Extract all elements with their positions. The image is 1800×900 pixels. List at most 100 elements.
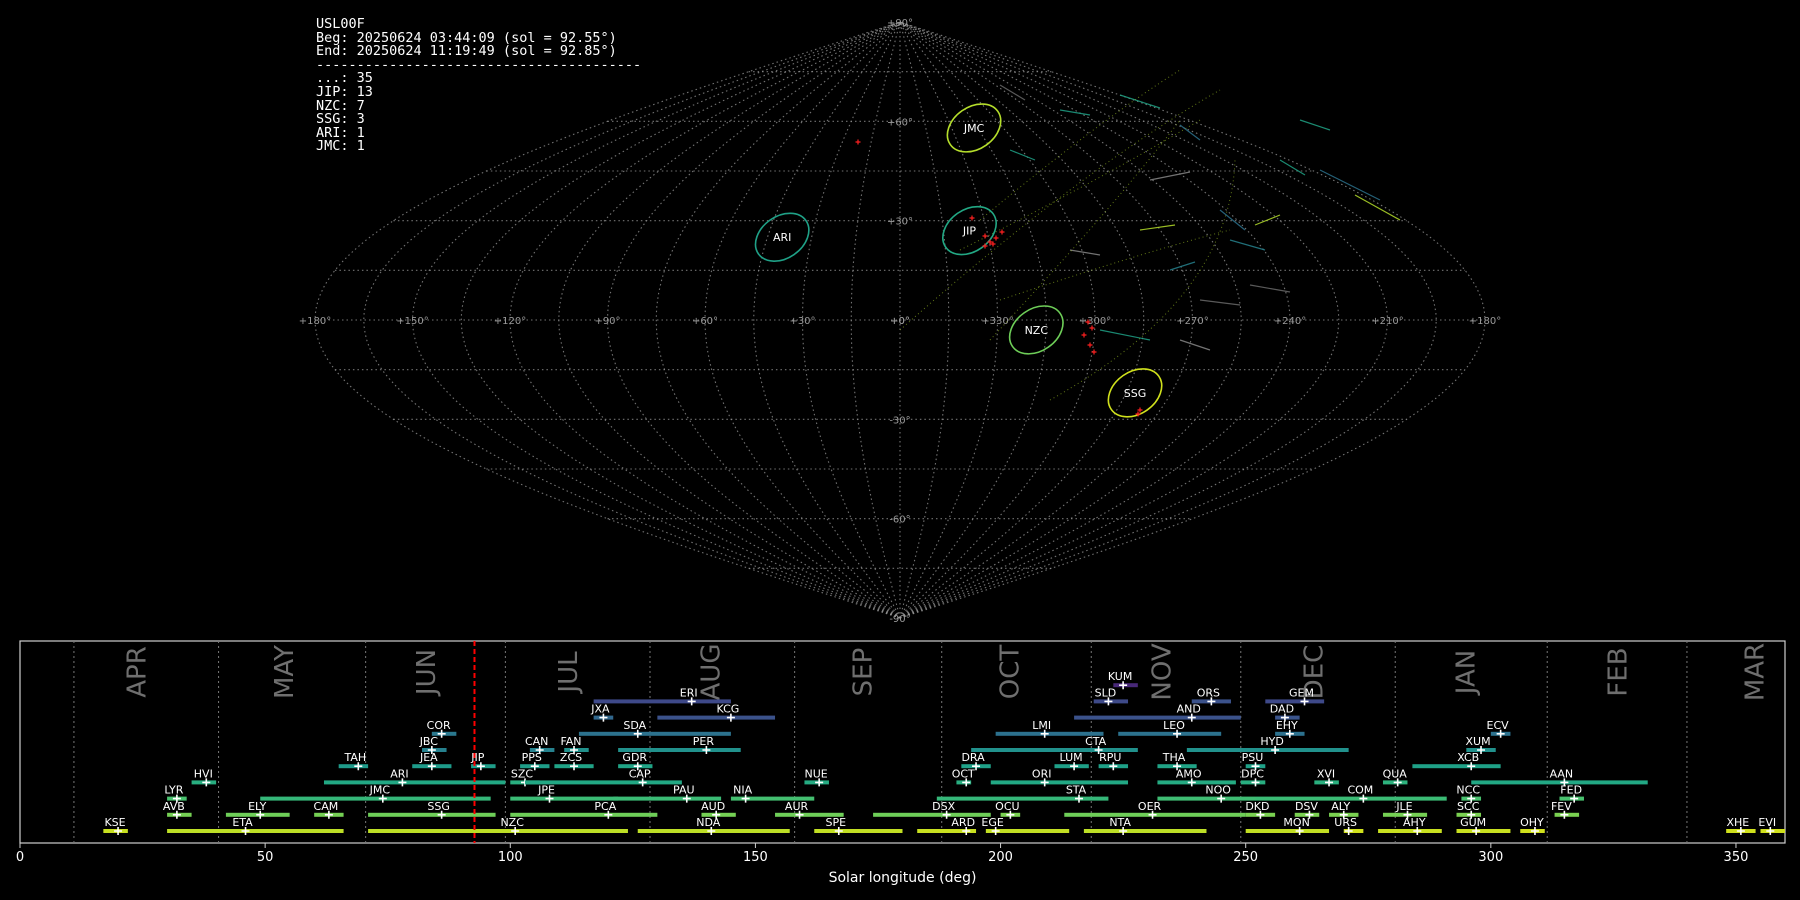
month-label: MAR bbox=[1741, 643, 1771, 701]
x-tick-label: 250 bbox=[1233, 850, 1258, 865]
shower-bar bbox=[1118, 731, 1222, 736]
shower-label: NDA bbox=[696, 816, 721, 829]
shower-qua: QUA bbox=[1383, 767, 1408, 787]
shower-label: CAN bbox=[525, 735, 548, 748]
shower-label: SCC bbox=[1457, 800, 1480, 813]
shower-label: SPE bbox=[825, 816, 846, 829]
shower-timeline-chart: APR MAY JUN JUL AUG SEP OCT NOV DEC JAN FEB MARKUME… bbox=[16, 640, 1786, 886]
shower-label: JIP bbox=[470, 751, 484, 764]
shower-mon: MON bbox=[1245, 816, 1330, 835]
shower-label: KSE bbox=[104, 816, 125, 829]
shower-bar bbox=[1412, 764, 1501, 769]
shower-hyd: HYD bbox=[1186, 735, 1349, 754]
shower-label: OCT bbox=[952, 767, 975, 780]
shower-bar bbox=[1456, 829, 1511, 833]
shower-label: DRA bbox=[961, 751, 985, 764]
shower-bar bbox=[167, 829, 344, 833]
shower-ard: ARD bbox=[917, 816, 977, 835]
shower-bar bbox=[990, 780, 1129, 785]
shower-label: ETA bbox=[232, 816, 253, 829]
shower-bar bbox=[814, 829, 903, 833]
shower-label: ECV bbox=[1487, 719, 1510, 732]
shower-label: AMO bbox=[1176, 767, 1202, 780]
shower-label: CAP bbox=[629, 767, 651, 780]
shower-label: SSG bbox=[427, 800, 450, 813]
shower-label: XUM bbox=[1465, 735, 1490, 748]
shower-label: GUM bbox=[1460, 816, 1486, 829]
shower-label: MON bbox=[1283, 816, 1309, 829]
shower-nue: NUE bbox=[804, 767, 829, 787]
shower-jxa: JXA bbox=[590, 703, 614, 722]
month-label: MAY bbox=[270, 645, 300, 699]
shower-and: AND bbox=[1074, 703, 1241, 722]
month-label: JUN bbox=[412, 649, 442, 697]
shower-label: OER bbox=[1138, 800, 1162, 813]
month-label: FEB bbox=[1603, 647, 1633, 696]
shower-gum: GUM bbox=[1456, 816, 1511, 835]
shower-label: JLE bbox=[1395, 800, 1412, 813]
x-tick-label: 200 bbox=[988, 850, 1013, 865]
x-tick-label: 150 bbox=[743, 850, 768, 865]
shower-label: ARD bbox=[951, 816, 975, 829]
shower-label: DKD bbox=[1245, 800, 1269, 813]
shower-label: ALY bbox=[1331, 800, 1350, 813]
month-label: JUL bbox=[554, 651, 584, 695]
shower-label: AUD bbox=[701, 800, 725, 813]
shower-cam: CAM bbox=[314, 800, 344, 819]
shower-kcg: KCG bbox=[657, 703, 776, 722]
shower-label: ARI bbox=[390, 767, 408, 780]
shower-bar bbox=[1186, 748, 1349, 752]
x-tick-label: 50 bbox=[257, 850, 274, 865]
shower-ege: EGE bbox=[981, 816, 1070, 835]
x-axis-label: Solar longitude (deg) bbox=[829, 870, 977, 886]
shower-label: SLD bbox=[1095, 686, 1117, 699]
shower-oct: OCT bbox=[952, 767, 975, 787]
shower-label: JEA bbox=[419, 751, 438, 764]
shower-label: THA bbox=[1162, 751, 1186, 764]
shower-label: HVI bbox=[194, 767, 213, 780]
shower-label: ZCS bbox=[560, 751, 582, 764]
shower-label: JPE bbox=[537, 784, 555, 797]
shower-bar bbox=[1157, 796, 1256, 801]
shower-label: FED bbox=[1560, 784, 1582, 797]
shower-kse: KSE bbox=[103, 816, 128, 835]
month-label: OCT bbox=[995, 645, 1025, 700]
shower-ohy: OHY bbox=[1520, 816, 1545, 835]
shower-label: AHY bbox=[1403, 816, 1426, 829]
shower-fev: FEV bbox=[1551, 800, 1580, 819]
x-tick-label: 350 bbox=[1724, 850, 1749, 865]
shower-label: DSV bbox=[1295, 800, 1318, 813]
month-label: NOV bbox=[1147, 643, 1177, 700]
shower-label: DAD bbox=[1270, 703, 1294, 716]
shower-xcb: XCB bbox=[1412, 751, 1501, 771]
shower-eta: ETA bbox=[167, 816, 344, 835]
shower-label: ORI bbox=[1032, 767, 1052, 780]
shower-label: AAN bbox=[1550, 767, 1574, 780]
shower-rpu: RPU bbox=[1098, 751, 1129, 771]
shower-label: FEV bbox=[1551, 800, 1572, 813]
shower-label: NOO bbox=[1205, 784, 1231, 797]
shower-dkd: DKD bbox=[1245, 800, 1276, 819]
shower-label: LYR bbox=[164, 784, 183, 797]
shower-label: XHE bbox=[1726, 816, 1749, 829]
shower-spe: SPE bbox=[814, 816, 903, 835]
shower-label: STA bbox=[1066, 784, 1087, 797]
shower-urs: URS bbox=[1334, 816, 1364, 835]
shower-leo: LEO bbox=[1118, 719, 1222, 738]
shower-label: XCB bbox=[1457, 751, 1479, 764]
shower-label: PSU bbox=[1242, 751, 1264, 764]
shower-label: KUM bbox=[1108, 670, 1132, 683]
shower-bar bbox=[1378, 829, 1442, 833]
shower-label: KCG bbox=[716, 703, 739, 716]
shower-label: ERI bbox=[680, 686, 698, 699]
shower-dpc: DPC bbox=[1240, 767, 1266, 787]
month-label: AUG bbox=[696, 644, 726, 701]
shower-bar bbox=[657, 715, 776, 720]
shower-label: NCC bbox=[1456, 784, 1480, 797]
shower-label: LMI bbox=[1032, 719, 1051, 732]
shower-label: HYD bbox=[1260, 735, 1283, 748]
x-tick-label: 0 bbox=[16, 850, 24, 865]
month-label: JAN bbox=[1451, 650, 1481, 696]
shower-xvi: XVI bbox=[1314, 767, 1339, 787]
shower-label: COM bbox=[1347, 784, 1373, 797]
